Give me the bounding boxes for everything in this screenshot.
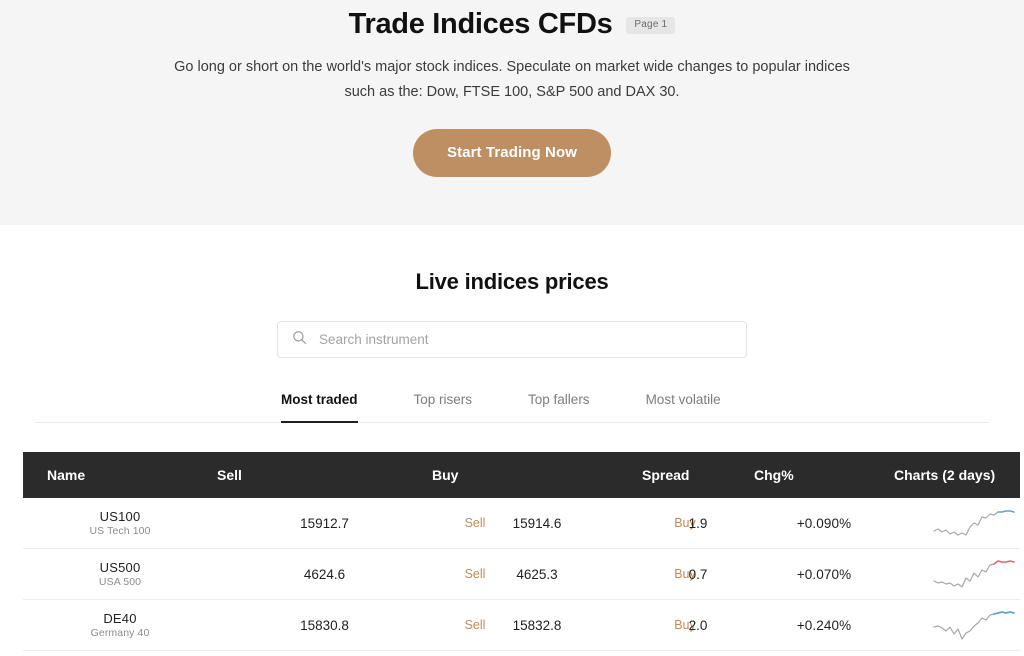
column-header-sell: Sell [217, 452, 432, 498]
table-row[interactable]: DE40 Germany 40 15830.8 Sell 15832.8 Buy… [23, 599, 1020, 651]
start-trading-now-button[interactable]: Start Trading Now [412, 129, 612, 177]
search-container [277, 321, 747, 358]
buy-price: 4625.3 [432, 548, 642, 600]
sell-price: 15830.8 [217, 599, 432, 651]
buy-price: 15914.6 [432, 498, 642, 549]
sparkline-chart [933, 560, 1015, 588]
page-title: Trade Indices CFDs [348, 8, 613, 40]
instrument-symbol: DE40 [103, 610, 137, 626]
hero-title-row: Trade Indices CFDs Page 1 [0, 2, 1024, 46]
tab-most-traded[interactable]: Most traded [281, 392, 358, 423]
search-icon [292, 330, 307, 350]
tab-top-fallers[interactable]: Top fallers [528, 392, 590, 421]
table-row[interactable]: US100 US Tech 100 15912.7 Sell 15914.6 B… [23, 498, 1020, 549]
sparkline-cell [894, 599, 1020, 651]
instrument-name-cell: US100 US Tech 100 [23, 498, 217, 549]
tab-top-risers[interactable]: Top risers [414, 392, 473, 421]
table-body: US100 US Tech 100 15912.7 Sell 15914.6 B… [23, 498, 1020, 651]
instrument-name-cell: US500 USA 500 [23, 548, 217, 600]
hero-subtitle: Go long or short on the world's major st… [162, 55, 862, 105]
table-row[interactable]: US500 USA 500 4624.6 Sell 4625.3 Buy 0.7… [23, 548, 1020, 600]
instrument-description: USA 500 [98, 575, 142, 588]
instrument-symbol: US500 [99, 559, 141, 575]
column-header-name: Name [23, 452, 217, 498]
change-percent: +0.090% [754, 498, 894, 549]
instrument-description: US Tech 100 [89, 524, 151, 537]
search-box[interactable] [277, 321, 747, 358]
tab-most-volatile[interactable]: Most volatile [646, 392, 721, 421]
quotes-table-container: Name Sell Buy Spread Chg% Charts (2 days… [23, 452, 1020, 651]
spread-value: 2.0 [642, 599, 754, 651]
instrument-description: Germany 40 [90, 626, 150, 639]
buy-price: 15832.8 [432, 599, 642, 651]
instrument-name-cell: DE40 Germany 40 [23, 599, 217, 651]
table-header: Name Sell Buy Spread Chg% Charts (2 days… [23, 452, 1020, 498]
sparkline-chart [933, 510, 1015, 536]
change-percent: +0.240% [754, 599, 894, 651]
instrument-symbol: US100 [99, 508, 141, 524]
section-title: Live indices prices [415, 269, 609, 294]
change-percent: +0.070% [754, 548, 894, 600]
sell-price: 15912.7 [217, 498, 432, 549]
column-header-buy: Buy [432, 452, 642, 498]
quotes-table: Name Sell Buy Spread Chg% Charts (2 days… [23, 452, 1020, 651]
sparkline-cell [894, 548, 1020, 600]
hero-subtitle-line-1: Go long or short on the world's major st… [174, 59, 801, 75]
filter-tabs: Most traded Top risers Top fallers Most … [35, 391, 989, 423]
spread-value: 0.7 [642, 548, 754, 600]
cta-container: Start Trading Now [0, 129, 1024, 177]
spread-value: 1.9 [642, 498, 754, 549]
sparkline-cell [894, 498, 1020, 549]
column-header-chg: Chg% [754, 452, 894, 498]
column-header-spread: Spread [642, 452, 754, 498]
column-header-charts: Charts (2 days) [894, 452, 1020, 498]
page-badge: Page 1 [626, 17, 676, 34]
hero-section: Trade Indices CFDs Page 1 Go long or sho… [0, 0, 1024, 225]
sell-price: 4624.6 [217, 548, 432, 600]
live-prices-section: Live indices prices Most traded Top rise… [0, 225, 1024, 651]
search-input[interactable] [317, 331, 732, 348]
sparkline-chart [933, 611, 1015, 640]
table-header-row: Name Sell Buy Spread Chg% Charts (2 days… [23, 452, 1020, 498]
